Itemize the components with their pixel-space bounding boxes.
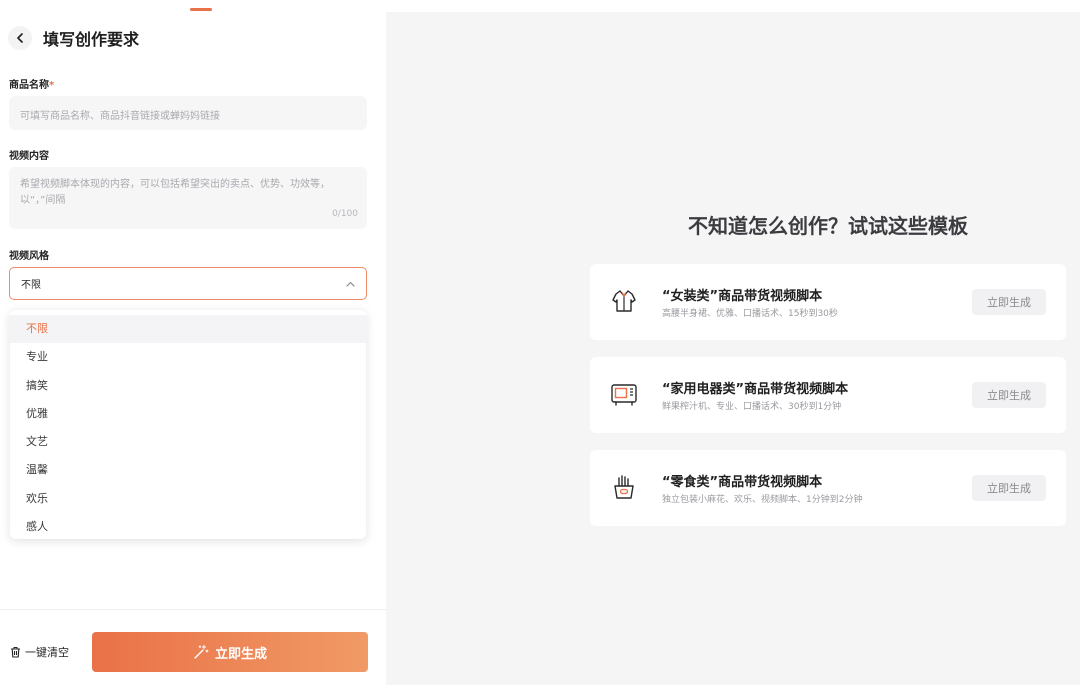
- style-option[interactable]: 搞笑: [10, 372, 366, 400]
- clear-all-label: 一键清空: [25, 646, 69, 659]
- style-option[interactable]: 温馨: [10, 456, 366, 484]
- video-content-label: 视频内容: [9, 151, 49, 162]
- style-option[interactable]: 不限: [10, 315, 366, 344]
- template-subtitle: 鲜果榨汁机、专业、口播话术、30秒到1分钟: [662, 402, 842, 412]
- magic-wand-icon: [194, 644, 209, 659]
- form-panel: 填写创作要求 商品名称* 可填写商品名称、商品抖音链接或蝉妈妈链接 视频内容 希…: [0, 12, 386, 685]
- style-option[interactable]: 感人: [10, 513, 366, 539]
- template-title: “女装类”商品带货视频脚本: [662, 289, 823, 304]
- template-subtitle: 独立包装小麻花、欢乐、视频脚本、1分钟到2分钟: [662, 495, 863, 505]
- template-card[interactable]: “零食类”商品带货视频脚本 独立包装小麻花、欢乐、视频脚本、1分钟到2分钟 立即…: [590, 450, 1066, 526]
- video-content-placeholder: 希望视频脚本体现的内容，可以包括希望突出的卖点、优势、功效等，以“，”间隔: [20, 179, 330, 206]
- chevron-up-icon: [346, 281, 355, 287]
- trash-icon: [11, 646, 20, 658]
- product-name-label-text: 商品名称: [9, 80, 49, 91]
- back-button[interactable]: [8, 26, 32, 50]
- template-card[interactable]: “家用电器类”商品带货视频脚本 鲜果榨汁机、专业、口播话术、30秒到1分钟 立即…: [590, 357, 1066, 433]
- generate-label: 立即生成: [214, 646, 267, 662]
- template-title: “零食类”商品带货视频脚本: [662, 475, 823, 490]
- video-style-selected-value: 不限: [21, 280, 41, 291]
- style-option[interactable]: 欢乐: [10, 485, 366, 513]
- clear-all-button[interactable]: 一键清空: [10, 644, 69, 660]
- char-counter: 0/100: [332, 209, 358, 219]
- template-title: “家用电器类”商品带货视频脚本: [662, 382, 849, 397]
- video-style-label: 视频风格: [9, 251, 49, 262]
- generate-button[interactable]: 立即生成: [92, 632, 368, 672]
- video-style-dropdown: 不限 专业 搞笑 优雅 文艺 温馨 欢乐 感人: [10, 310, 366, 539]
- product-name-input[interactable]: 可填写商品名称、商品抖音链接或蝉妈妈链接: [9, 96, 367, 130]
- required-mark: *: [49, 80, 55, 91]
- product-name-placeholder: 可填写商品名称、商品抖音链接或蝉妈妈链接: [20, 111, 220, 122]
- page-title: 填写创作要求: [43, 30, 140, 49]
- video-style-select[interactable]: 不限: [9, 267, 367, 300]
- template-generate-button[interactable]: 立即生成: [972, 475, 1046, 501]
- chevron-left-icon: [17, 33, 23, 43]
- style-option[interactable]: 优雅: [10, 400, 366, 428]
- product-name-label: 商品名称*: [9, 76, 54, 91]
- active-tab-indicator: [190, 8, 212, 11]
- style-option[interactable]: 文艺: [10, 428, 366, 456]
- template-generate-button[interactable]: 立即生成: [972, 289, 1046, 315]
- template-subtitle: 高腰半身裙、优雅、口播话术、15秒到30秒: [662, 309, 838, 319]
- top-strip: [0, 0, 1080, 12]
- video-content-textarea[interactable]: 希望视频脚本体现的内容，可以包括希望突出的卖点、优势、功效等，以“，”间隔 0/…: [9, 167, 367, 229]
- template-card[interactable]: “女装类”商品带货视频脚本 高腰半身裙、优雅、口播话术、15秒到30秒 立即生成: [590, 264, 1066, 340]
- appliance-icon: [611, 384, 637, 406]
- form-header: 填写创作要求: [8, 26, 139, 50]
- snack-icon: [614, 475, 634, 499]
- footer-divider: [0, 609, 386, 610]
- style-option[interactable]: 专业: [10, 343, 366, 371]
- templates-title: 不知道怎么创作？试试这些模板: [688, 214, 968, 238]
- clothing-icon: [612, 290, 636, 312]
- template-generate-button[interactable]: 立即生成: [972, 382, 1046, 408]
